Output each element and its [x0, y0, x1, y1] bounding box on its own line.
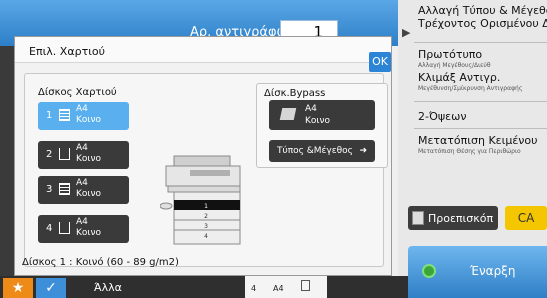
margin-shift-item[interactable]: Μετατόπιση Κειμένου Μετατόπιση Θέσης για… — [418, 134, 547, 156]
duplex-item[interactable]: 2-Όψεων — [418, 110, 547, 123]
preview-button[interactable]: Προεπισκόπ — [408, 206, 498, 230]
divider — [414, 101, 547, 102]
play-arrow-icon[interactable]: ▶ — [402, 26, 410, 39]
tray-icon — [301, 280, 310, 291]
tray-section-label: Δίσκος Χαρτιού — [38, 87, 117, 98]
tray-type: Κοινο — [76, 154, 101, 164]
change-type-size-item[interactable]: Αλλαγή Τύπου & Μέγεθους Τρέχοντος Ορισμέ… — [418, 4, 547, 30]
tray-type: Κοινο — [76, 189, 101, 199]
item-subtitle: Τρέχοντος Ορισμένου Δίσκ — [418, 17, 547, 30]
copier-illustration: 1 2 3 4 — [160, 155, 241, 245]
machine-tray-label: 2 — [204, 213, 208, 220]
tray-info-text: Δίσκος 1 : Κοινό (60 - 89 g/m2) — [22, 257, 179, 268]
tray-status-peek: 4 A4 — [245, 276, 327, 298]
type-size-button[interactable]: Τύπος &Μέγεθος ➜ — [269, 140, 375, 162]
start-label: Έναρξη — [470, 264, 516, 278]
tray-size: A4 — [76, 104, 88, 114]
dialog-title: Επιλ. Χαρτιού — [29, 45, 106, 58]
tray-type: Κοινο — [76, 228, 101, 238]
item-subtitle: Αλλαγή Μεγέθους/Διεύθ — [418, 62, 491, 69]
type-size-label: Τύπος &Μέγεθος — [277, 146, 353, 156]
item-title: Μετατόπιση Κειμένου — [418, 134, 538, 147]
divider — [414, 42, 547, 43]
star-icon[interactable]: ★ — [3, 278, 33, 298]
tray-number: 1 — [46, 110, 53, 121]
dialog-header: Επιλ. Χαρτιού — [15, 37, 391, 63]
copy-ratio-item[interactable]: Κλιμάξ Αντιγρ. Μεγέθυνση/Σμίκρυνση Αντιγ… — [418, 71, 547, 93]
item-subtitle: Μετατόπιση Θέσης για Περιθώριο — [418, 148, 521, 155]
item-title: Κλιμάξ Αντιγρ. — [418, 71, 501, 84]
preview-icon — [412, 211, 424, 225]
tray-type: Κοινο — [76, 115, 101, 125]
machine-tray-label: 1 — [204, 203, 208, 210]
tray-number: 4 — [251, 284, 257, 293]
machine-tray-label: 4 — [204, 233, 208, 240]
tray-3-button[interactable]: 3 A4 Κοινο — [38, 176, 129, 204]
bypass-type: Κοινο — [305, 116, 330, 126]
bypass-tray-icon — [279, 108, 297, 120]
tray-size: A4 — [76, 143, 88, 153]
paper-tray-icon — [59, 148, 70, 160]
tray-size: A4 — [273, 284, 284, 293]
tray-number: 3 — [46, 184, 53, 195]
item-title: 2-Όψεων — [418, 110, 467, 123]
tray-1-button[interactable]: 1 A4 Κοινο — [38, 102, 129, 130]
tray-4-button[interactable]: 4 A4 Κοινο — [38, 215, 129, 243]
tray-size: A4 — [76, 178, 88, 188]
item-title: Αλλαγή Τύπου & Μέγεθους — [418, 4, 547, 17]
tray-size: A4 — [76, 217, 88, 227]
item-subtitle: Μεγέθυνση/Σμίκρυνση Αντιγραφής — [418, 85, 523, 92]
check-icon[interactable]: ✓ — [36, 278, 66, 298]
tray-number: 2 — [46, 149, 53, 160]
machine-tray-label: 3 — [204, 223, 208, 230]
paper-stack-icon — [59, 183, 70, 195]
tray-2-button[interactable]: 2 A4 Κοινο — [38, 141, 129, 169]
paper-stack-icon — [59, 109, 70, 121]
item-title: Πρωτότυπο — [418, 48, 483, 61]
tray-number: 4 — [46, 223, 53, 234]
other-button[interactable]: Άλλα — [70, 278, 146, 298]
divider — [414, 128, 547, 129]
start-icon — [422, 264, 436, 278]
bypass-label: Δίσκ.Bypass — [264, 88, 326, 99]
original-item[interactable]: Πρωτότυπο Αλλαγή Μεγέθους/Διεύθ — [418, 48, 547, 70]
bypass-size: A4 — [305, 104, 317, 114]
bypass-tray-button[interactable]: A4 Κοινο — [269, 100, 375, 130]
ca-button[interactable]: CA — [505, 206, 547, 230]
arrow-right-icon: ➜ — [359, 146, 367, 156]
ok-button[interactable]: OK — [369, 52, 391, 72]
paper-tray-icon — [59, 222, 70, 234]
start-button[interactable]: Έναρξη — [408, 246, 547, 298]
preview-label: Προεπισκόπ — [428, 211, 494, 225]
